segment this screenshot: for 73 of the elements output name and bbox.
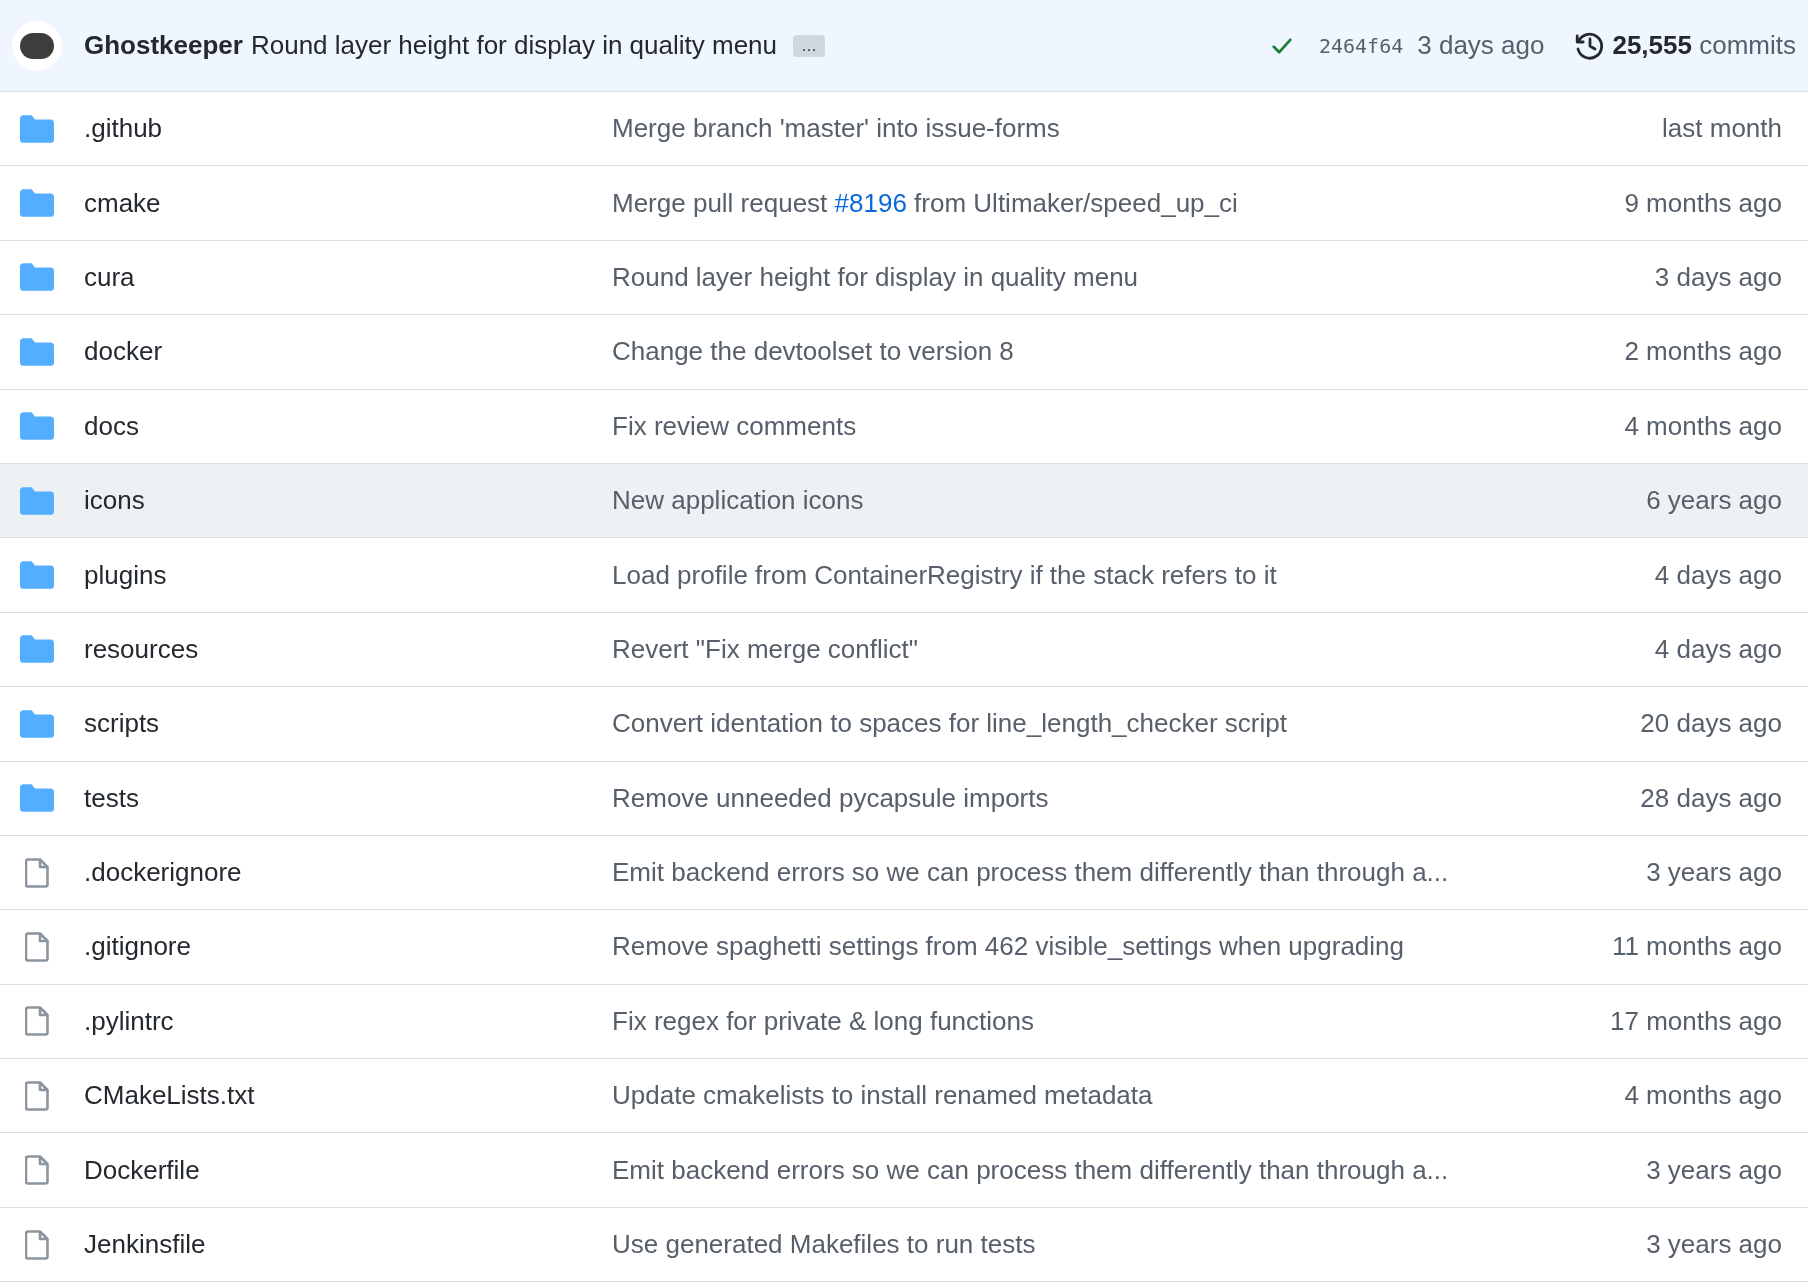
commit-age: 3 years ago bbox=[1646, 1153, 1782, 1187]
file-icon bbox=[25, 857, 49, 888]
commit-count[interactable]: 25,555 commits bbox=[1612, 26, 1796, 65]
avatar bbox=[12, 20, 62, 71]
commit-message[interactable]: Revert "Fix merge conflict" bbox=[612, 629, 918, 669]
folder-icon bbox=[20, 486, 54, 515]
file-icon bbox=[25, 1229, 49, 1260]
commit-message[interactable]: New application icons bbox=[612, 481, 864, 521]
file-name[interactable]: scripts bbox=[84, 704, 612, 744]
commit-message[interactable]: Update cmakelists to install renamed metadata bbox=[612, 1076, 1153, 1116]
file-name[interactable]: cura bbox=[84, 257, 612, 297]
commit-message[interactable]: Convert identation to spaces for line_length_checker script bbox=[612, 704, 1287, 744]
folder-icon bbox=[20, 263, 54, 292]
file-name[interactable]: .pylintrc bbox=[84, 1001, 612, 1041]
folder-icon bbox=[20, 709, 54, 738]
file-name[interactable]: tests bbox=[84, 778, 612, 818]
commit-age: last month bbox=[1662, 112, 1782, 146]
folder-icon bbox=[20, 114, 54, 143]
commit-message[interactable]: Round layer height for display in quality menu bbox=[250, 26, 778, 65]
file-name[interactable]: docs bbox=[84, 406, 612, 446]
file-name[interactable]: icons bbox=[84, 481, 612, 521]
commit-message[interactable]: Load profile from ContainerRegistry if the stack refers to it bbox=[612, 555, 1277, 595]
commit-message[interactable]: Merge branch 'master' into issue-forms bbox=[612, 109, 1060, 149]
folder-icon bbox=[20, 561, 54, 590]
folder-icon bbox=[20, 784, 54, 813]
commit-age: 4 months ago bbox=[1624, 1079, 1782, 1113]
commit-age: 11 months ago bbox=[1611, 930, 1782, 964]
commit-message[interactable]: Remove spaghetti settings from 462 visible_settings when upgrading bbox=[612, 927, 1404, 967]
commit-age: 28 days ago bbox=[1640, 781, 1782, 815]
commit-age: 17 months ago bbox=[1610, 1004, 1782, 1038]
folder-icon bbox=[20, 337, 54, 366]
file-row[interactable]: icons New application icons 6 years ago bbox=[0, 463, 1808, 539]
file-name[interactable]: .dockerignore bbox=[84, 853, 612, 893]
commit-author[interactable]: Ghostkeeper bbox=[84, 26, 243, 65]
file-icon bbox=[25, 1155, 49, 1186]
commit-message[interactable]: Change the devtoolset to version 8 bbox=[612, 332, 1014, 372]
commit-age: 3 days ago bbox=[1654, 260, 1782, 294]
commit-message[interactable]: Emit backend errors so we can process them differently than through a... bbox=[612, 853, 1449, 893]
commit-age: 6 years ago bbox=[1646, 484, 1782, 518]
file-name[interactable]: resources bbox=[84, 629, 612, 669]
file-name[interactable]: Jenkinsfile bbox=[84, 1225, 612, 1265]
commit-age: 20 days ago bbox=[1640, 707, 1782, 741]
commit-age: 3 years ago bbox=[1646, 1228, 1782, 1262]
commit-age: 4 days ago bbox=[1654, 632, 1782, 666]
folder-icon bbox=[20, 189, 54, 218]
pull-request-link[interactable]: #8196 bbox=[834, 187, 907, 218]
folder-icon bbox=[20, 635, 54, 664]
commit-age: 3 days ago bbox=[1417, 29, 1545, 62]
file-name[interactable]: plugins bbox=[84, 555, 612, 595]
commit-age: 2 months ago bbox=[1624, 335, 1782, 369]
commit-message[interactable]: Use generated Makefiles to run tests bbox=[612, 1225, 1036, 1265]
file-name[interactable]: Dockerfile bbox=[84, 1150, 612, 1190]
commit-age: 4 days ago bbox=[1654, 558, 1782, 592]
file-name[interactable]: .github bbox=[84, 109, 612, 149]
commit-sha[interactable]: 2464f64 bbox=[1318, 30, 1404, 61]
commit-message[interactable]: Fix review comments bbox=[612, 406, 857, 446]
commit-message[interactable]: Remove unneeded pycapsule imports bbox=[612, 778, 1049, 818]
file-icon bbox=[25, 932, 49, 962]
commit-age: 9 months ago bbox=[1624, 186, 1782, 220]
commit-message[interactable]: Round layer height for display in quality menu bbox=[612, 257, 1139, 297]
file-icon bbox=[25, 1006, 49, 1037]
commit-message[interactable]: Merge pull request #8196 from Ultimaker/speed_up_ci bbox=[612, 183, 1238, 223]
file-name[interactable]: docker bbox=[84, 332, 612, 372]
commit-message[interactable]: Emit backend errors so we can process them differently than through a... bbox=[612, 1150, 1449, 1190]
folder-icon bbox=[20, 412, 54, 441]
file-name[interactable]: CMakeLists.txt bbox=[84, 1076, 612, 1116]
commit-message[interactable]: Fix regex for private & long functions bbox=[612, 1001, 1034, 1041]
file-icon bbox=[25, 1080, 49, 1111]
file-name[interactable]: .gitignore bbox=[84, 927, 612, 967]
file-name[interactable]: cmake bbox=[84, 183, 612, 223]
commit-age: 4 months ago bbox=[1624, 409, 1782, 443]
expand-button[interactable]: … bbox=[793, 34, 826, 57]
commit-age: 3 years ago bbox=[1646, 856, 1782, 890]
